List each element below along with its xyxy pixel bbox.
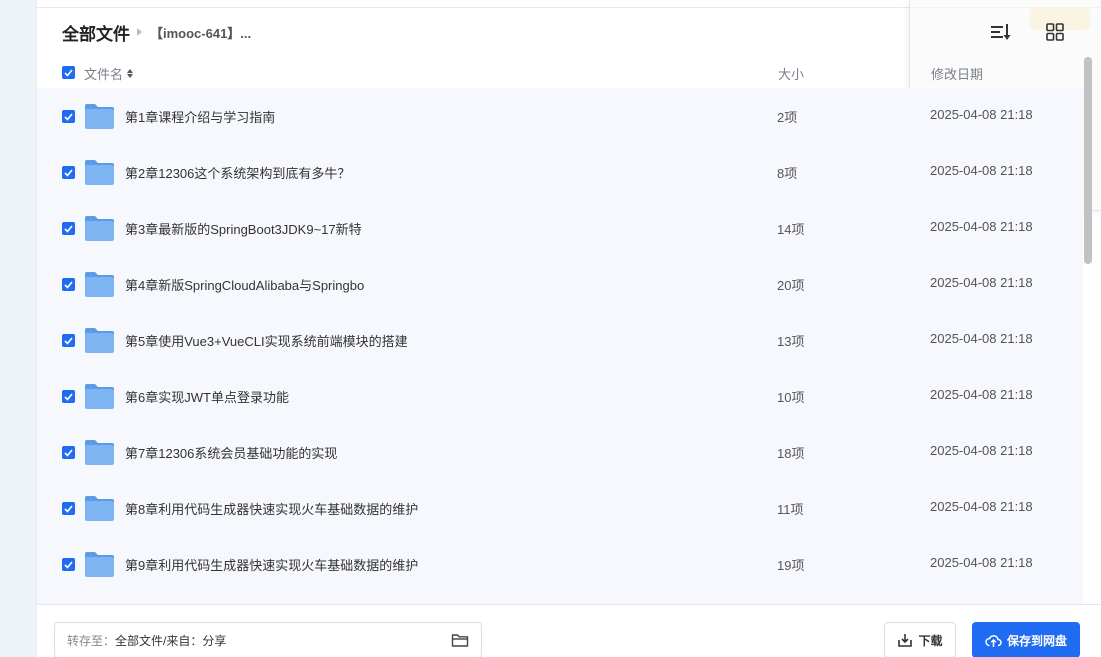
breadcrumb-current[interactable]: 【imooc-641】...	[150, 23, 251, 42]
file-date: 2025-04-08 21:18	[930, 275, 1033, 290]
file-row[interactable]: 第4章新版SpringCloudAlibaba与Springbo 20项 2025-…	[37, 256, 1083, 312]
row-checkbox[interactable]	[62, 278, 75, 291]
file-row[interactable]: 第2章12306这个系统架构到底有多牛？ 8项 2025-04-08 21:18	[37, 144, 1083, 200]
folder-icon	[85, 272, 114, 297]
file-name[interactable]: 第9章利用代码生成器快速实现火车基础数据的维护	[125, 555, 418, 574]
file-date: 2025-04-08 21:18	[930, 219, 1033, 234]
file-date: 2025-04-08 21:18	[930, 499, 1033, 514]
save-path-value: 全部文件/来自：分享	[115, 633, 227, 648]
file-size: 18项	[777, 446, 805, 461]
row-checkbox[interactable]	[62, 222, 75, 235]
column-header-date: 修改日期	[931, 67, 984, 82]
file-name[interactable]: 第1章课程介绍与学习指南	[125, 107, 275, 126]
file-date: 2025-04-08 21:18	[930, 387, 1033, 402]
folder-icon	[85, 552, 114, 577]
breadcrumb-root[interactable]: 全部文件	[62, 20, 130, 45]
footer-divider	[37, 604, 1101, 605]
cloud-upload-icon	[985, 634, 1002, 647]
file-size: 13项	[777, 334, 805, 349]
file-date: 2025-04-08 21:18	[930, 331, 1033, 346]
download-icon	[898, 634, 913, 647]
breadcrumb: 全部文件 【imooc-641】...	[62, 20, 251, 44]
file-row[interactable]: 第9章利用代码生成器快速实现火车基础数据的维护 19项 2025-04-08 21:…	[37, 536, 1083, 592]
file-name[interactable]: 第3章最新版的SpringBoot3JDK9~17新特	[125, 219, 362, 238]
file-size: 10项	[777, 390, 805, 405]
file-date: 2025-04-08 21:18	[930, 163, 1033, 178]
file-row[interactable]: 第6章实现JWT单点登录功能 10项 2025-04-08 21:18	[37, 368, 1083, 424]
file-size: 2项	[777, 110, 798, 125]
row-checkbox[interactable]	[62, 334, 75, 347]
row-checkbox[interactable]	[62, 166, 75, 179]
file-name[interactable]: 第6章实现JWT单点登录功能	[125, 387, 289, 406]
save-to-cloud-button[interactable]: 保存到网盘	[972, 622, 1080, 657]
file-row[interactable]: 第7章12306系统会员基础功能的实现 18项 2025-04-08 21:18	[37, 424, 1083, 480]
row-checkbox[interactable]	[62, 446, 75, 459]
folder-icon	[85, 216, 114, 241]
file-row[interactable]: 第5章使用Vue3+VueCLI实现系统前端模块的搭建 13项 2025-04-08…	[37, 312, 1083, 368]
file-date: 2025-04-08 21:18	[930, 107, 1033, 122]
row-checkbox[interactable]	[62, 502, 75, 515]
folder-icon	[85, 160, 114, 185]
save-path-label: 转存至：	[67, 633, 116, 648]
row-checkbox[interactable]	[62, 558, 75, 571]
file-size: 20项	[777, 278, 805, 293]
row-checkbox[interactable]	[62, 390, 75, 403]
breadcrumb-separator-icon	[137, 28, 142, 36]
file-name[interactable]: 第8章利用代码生成器快速实现火车基础数据的维护	[125, 499, 418, 518]
file-row[interactable]: 第8章利用代码生成器快速实现火车基础数据的维护 11项 2025-04-08 21:…	[37, 480, 1083, 536]
choose-folder-icon[interactable]	[451, 632, 469, 648]
file-size: 14项	[777, 222, 805, 237]
file-size: 8项	[777, 166, 798, 181]
column-header-name-label: 文件名	[84, 67, 124, 82]
folder-icon	[85, 328, 114, 353]
file-date: 2025-04-08 21:18	[930, 555, 1033, 570]
row-checkbox[interactable]	[62, 110, 75, 123]
download-button-label: 下载	[918, 633, 943, 648]
download-button[interactable]: 下载	[884, 622, 956, 657]
folder-icon	[85, 496, 114, 521]
table-header: 文件名 大小 修改日期	[37, 62, 1082, 84]
folder-icon	[85, 440, 114, 465]
grid-view-icon[interactable]	[1043, 20, 1067, 44]
file-row[interactable]: 第1章课程介绍与学习指南 2项 2025-04-08 21:18	[37, 88, 1083, 144]
file-date: 2025-04-08 21:18	[930, 443, 1033, 458]
file-row[interactable]: 第3章最新版的SpringBoot3JDK9~17新特 14项 2025-04-08…	[37, 200, 1083, 256]
file-size: 19项	[777, 558, 805, 573]
sort-icon[interactable]	[127, 69, 134, 78]
file-name[interactable]: 第7章12306系统会员基础功能的实现	[125, 443, 337, 462]
list-view-icon[interactable]	[988, 20, 1012, 44]
column-header-size: 大小	[778, 67, 805, 82]
file-name[interactable]: 第2章12306这个系统架构到底有多牛？	[125, 163, 350, 182]
scrollbar-thumb[interactable]	[1084, 57, 1092, 264]
save-path-field[interactable]: 转存至： 全部文件/来自：分享	[54, 622, 482, 657]
select-all-checkbox[interactable]	[62, 66, 75, 79]
folder-icon	[85, 104, 114, 129]
file-list: 第1章课程介绍与学习指南 2项 2025-04-08 21:18 第2章12306这个…	[37, 88, 1083, 604]
column-header-name[interactable]: 文件名	[84, 64, 134, 83]
file-name[interactable]: 第4章新版SpringCloudAlibaba与Springbo	[125, 275, 364, 294]
file-browser-panel: 全部文件 【imooc-641】... 文件名 大小 修改日期 第1章课程介绍与…	[36, 0, 1101, 657]
save-to-cloud-button-label: 保存到网盘	[1006, 633, 1067, 648]
file-name[interactable]: 第5章使用Vue3+VueCLI实现系统前端模块的搭建	[125, 331, 408, 350]
file-size: 11项	[777, 502, 804, 517]
folder-icon	[85, 384, 114, 409]
